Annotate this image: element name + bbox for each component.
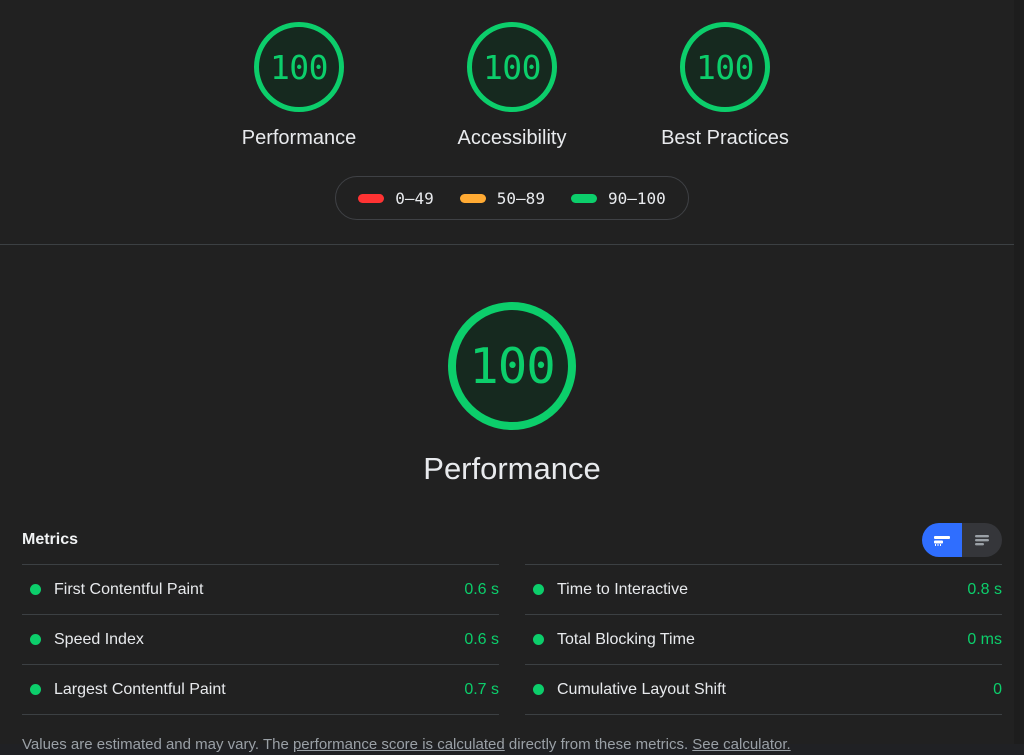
pass-dot-icon (533, 634, 544, 645)
metrics-column-right: Time to Interactive 0.8 s Total Blocking… (525, 564, 1002, 715)
filmstrip-view-button[interactable] (922, 523, 962, 557)
metric-row[interactable]: First Contentful Paint 0.6 s (22, 565, 499, 615)
metric-name: Largest Contentful Paint (54, 681, 451, 699)
see-calculator-link[interactable]: See calculator. (692, 736, 790, 753)
score-gauge-performance[interactable]: 100 Performance (231, 22, 367, 150)
legend-range: 0–49 (395, 189, 434, 208)
legend-range: 90–100 (608, 189, 666, 208)
average-swatch-icon (460, 194, 486, 203)
metric-value: 0.7 s (464, 681, 499, 699)
gauge-score: 100 (270, 51, 328, 84)
list-view-button[interactable] (962, 523, 1002, 557)
metric-name: Cumulative Layout Shift (557, 681, 980, 699)
score-gauge-best-practices[interactable]: 100 Best Practices (657, 22, 793, 150)
metric-value: 0.6 s (464, 581, 499, 599)
performance-gauge: 100 (448, 302, 576, 430)
metric-name: Speed Index (54, 631, 451, 649)
gauge-ring: 100 (467, 22, 557, 112)
legend-item-pass: 90–100 (571, 189, 666, 208)
performance-category-header: 100 Performance (0, 245, 1024, 487)
lighthouse-report: 100 Performance 100 Accessibility 100 Be… (0, 0, 1024, 744)
list-lines-icon (972, 532, 992, 548)
metric-value: 0 (993, 681, 1002, 699)
pass-dot-icon (30, 634, 41, 645)
pass-dot-icon (30, 584, 41, 595)
gauge-label: Performance (242, 127, 357, 150)
metric-value: 0.8 s (967, 581, 1002, 599)
metric-row[interactable]: Largest Contentful Paint 0.7 s (22, 665, 499, 715)
fail-swatch-icon (358, 194, 384, 203)
metrics-header: Metrics (0, 524, 1024, 556)
metric-row[interactable]: Speed Index 0.6 s (22, 615, 499, 665)
legend-range: 50–89 (497, 189, 545, 208)
score-gauge-accessibility[interactable]: 100 Accessibility (444, 22, 580, 150)
gauge-score: 100 (696, 51, 754, 84)
metric-name: Time to Interactive (557, 581, 954, 599)
legend-item-fail: 0–49 (358, 189, 434, 208)
metric-value: 0.6 s (464, 631, 499, 649)
gauge-label: Accessibility (458, 127, 567, 150)
filmstrip-icon (932, 532, 952, 548)
metrics-column-left: First Contentful Paint 0.6 s Speed Index… (22, 564, 499, 715)
pass-swatch-icon (571, 194, 597, 203)
performance-score-link[interactable]: performance score is calculated (293, 736, 505, 753)
metric-row[interactable]: Total Blocking Time 0 ms (525, 615, 1002, 665)
gauge-score: 100 (483, 51, 541, 84)
pass-dot-icon (30, 684, 41, 695)
performance-score: 100 (469, 342, 555, 391)
metrics-disclaimer: Values are estimated and may vary. The p… (0, 735, 1024, 755)
metric-row[interactable]: Time to Interactive 0.8 s (525, 565, 1002, 615)
gauge-ring: 100 (680, 22, 770, 112)
metric-row[interactable]: Cumulative Layout Shift 0 (525, 665, 1002, 715)
metrics-view-toggle[interactable] (922, 523, 1002, 557)
pass-dot-icon (533, 684, 544, 695)
performance-title: Performance (423, 451, 600, 487)
disclaimer-text-2: directly from these metrics. (505, 736, 693, 753)
metric-name: Total Blocking Time (557, 631, 954, 649)
metric-value: 0 ms (967, 631, 1002, 649)
metrics-grid: First Contentful Paint 0.6 s Speed Index… (0, 564, 1024, 715)
score-gauges: 100 Performance 100 Accessibility 100 Be… (231, 22, 793, 150)
legend-item-average: 50–89 (460, 189, 545, 208)
gauge-label: Best Practices (661, 127, 789, 150)
scores-summary: 100 Performance 100 Accessibility 100 Be… (0, 0, 1024, 245)
gauge-ring: 100 (254, 22, 344, 112)
metric-name: First Contentful Paint (54, 581, 451, 599)
metrics-heading: Metrics (22, 531, 78, 549)
pass-dot-icon (533, 584, 544, 595)
disclaimer-text-1: Values are estimated and may vary. The (22, 736, 293, 753)
score-scale-legend: 0–49 50–89 90–100 (335, 176, 689, 220)
